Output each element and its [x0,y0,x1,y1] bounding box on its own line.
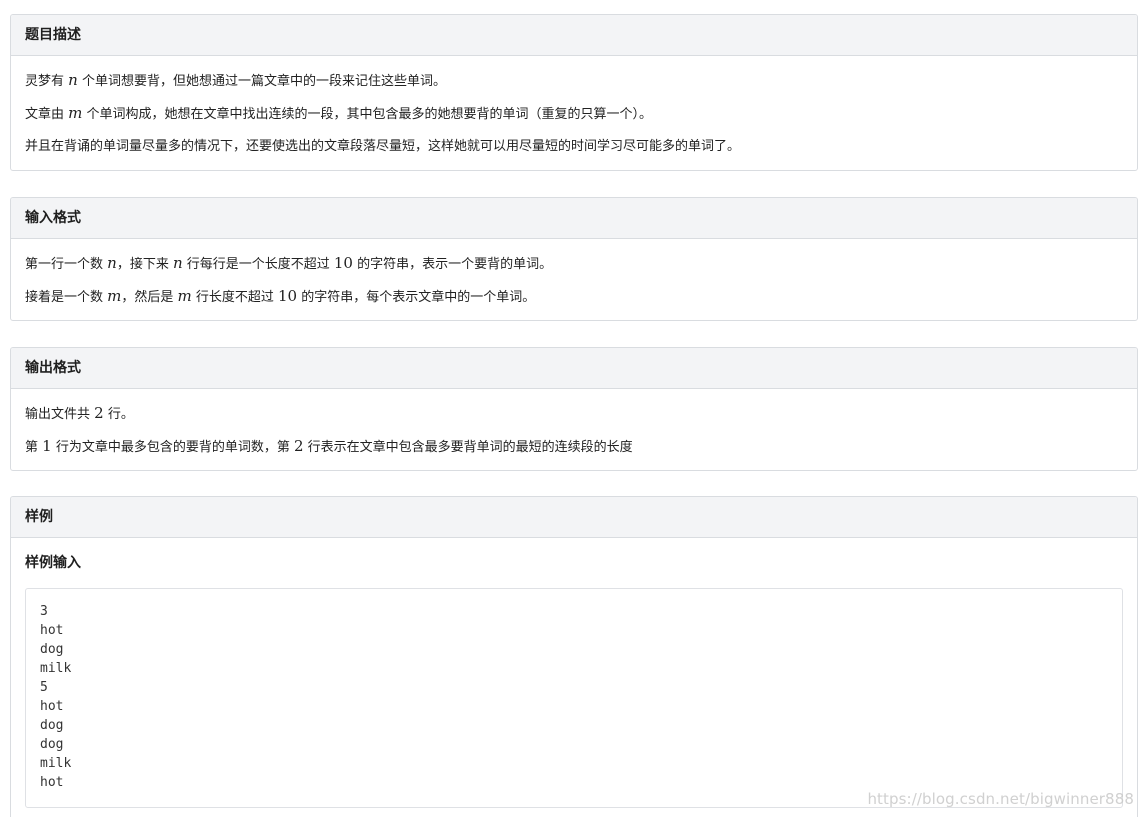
output-format-paragraph-2: 第 1 行为文章中最多包含的要背的单词数，第 2 行表示在文章中包含最多要背单词… [25,437,633,455]
description-paragraph-2: 文章由 m 个单词构成，她想在文章中找出连续的一段，其中包含最多的她想要背的单词… [25,104,653,122]
input-format-body: 第一行一个数 n，接下来 n 行每行是一个长度不超过 10 的字符串，表示一个要… [11,239,1137,313]
code-line: hot [40,699,64,714]
sample-header: 样例 [11,497,1137,538]
code-line: milk [40,661,72,676]
math-number: 10 [278,287,298,305]
sample-input-code[interactable]: 3 hot dog milk 5 hot dog dog milk hot [25,588,1123,808]
math-var-n: n [172,254,183,272]
math-var-n: n [107,254,117,272]
sample-body: 样例输入 3 hot dog milk 5 hot dog dog milk h… [11,538,1137,808]
code-line: milk [40,756,72,771]
math-var-n: n [68,71,78,89]
problem-page: 题目描述 灵梦有 n 个单词想要背，但她想通过一篇文章中的一段来记住这些单词。 … [0,0,1144,817]
output-format-card: 输出格式 输出文件共 2 行。 第 1 行为文章中最多包含的要背的单词数，第 2… [10,347,1138,471]
code-line: 5 [40,680,48,695]
sample-input-title: 样例输入 [25,555,81,571]
input-format-card: 输入格式 第一行一个数 n，接下来 n 行每行是一个长度不超过 10 的字符串，… [10,197,1138,321]
math-number: 2 [293,437,304,455]
input-format-paragraph-1: 第一行一个数 n，接下来 n 行每行是一个长度不超过 10 的字符串，表示一个要… [25,254,553,272]
description-paragraph-1: 灵梦有 n 个单词想要背，但她想通过一篇文章中的一段来记住这些单词。 [25,71,446,89]
input-format-header: 输入格式 [11,198,1137,239]
code-line: 3 [40,604,48,619]
watermark: https://blog.csdn.net/bigwinner888 [867,790,1134,808]
sample-card: 样例 样例输入 3 hot dog milk 5 hot dog dog mil… [10,496,1138,817]
math-number: 1 [42,437,52,455]
description-paragraph-3: 并且在背诵的单词量尽量多的情况下，还要使选出的文章段落尽量短，这样她就可以用尽量… [25,139,741,154]
code-line: dog [40,642,64,657]
description-card: 题目描述 灵梦有 n 个单词想要背，但她想通过一篇文章中的一段来记住这些单词。 … [10,14,1138,171]
math-number: 10 [333,254,353,272]
math-var-m: m [68,104,83,122]
output-format-body: 输出文件共 2 行。 第 1 行为文章中最多包含的要背的单词数，第 2 行表示在… [11,389,1137,463]
code-line: dog [40,718,64,733]
input-format-paragraph-2: 接着是一个数 m，然后是 m 行长度不超过 10 的字符串，每个表示文章中的一个… [25,287,536,305]
description-body: 灵梦有 n 个单词想要背，但她想通过一篇文章中的一段来记住这些单词。 文章由 m… [11,56,1137,163]
output-format-header: 输出格式 [11,348,1137,389]
math-number: 2 [94,404,104,422]
math-var-m: m [107,287,122,305]
code-line: dog [40,737,64,752]
description-header: 题目描述 [11,15,1137,56]
code-line: hot [40,623,64,638]
output-format-paragraph-1: 输出文件共 2 行。 [25,404,134,422]
math-var-m: m [177,287,192,305]
